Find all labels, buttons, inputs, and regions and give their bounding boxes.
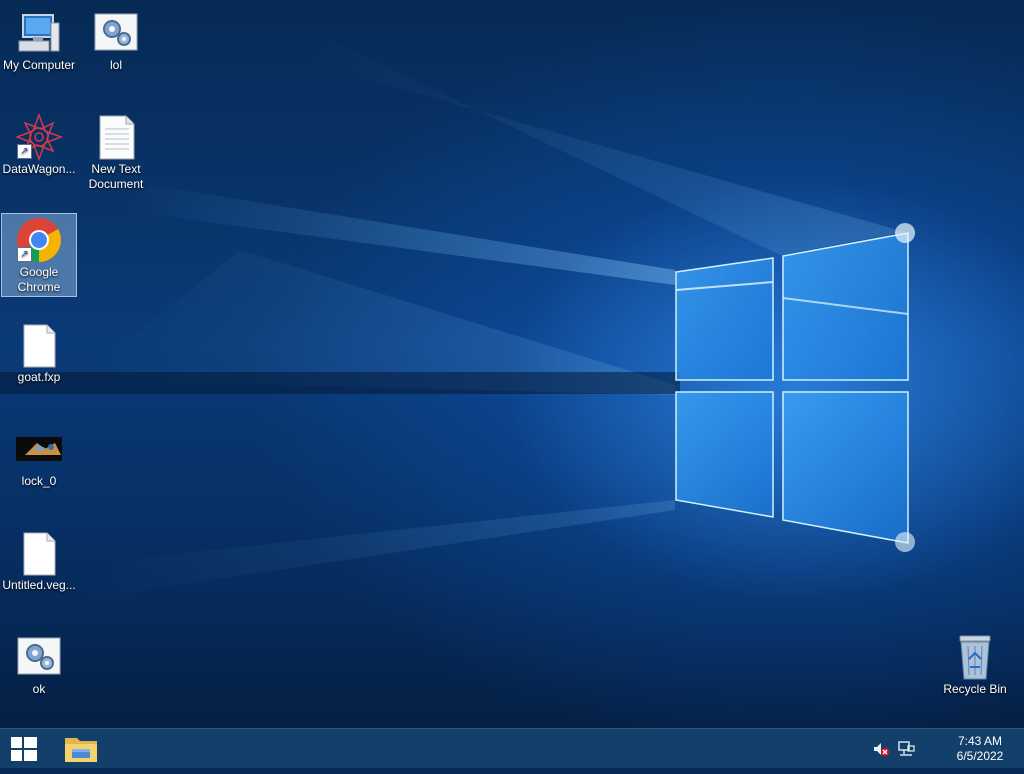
desktop-icon-goat-fxp[interactable]: goat.fxp [1, 318, 77, 386]
desktop-icon-untitled-veg[interactable]: Untitled.veg... [1, 526, 77, 594]
blank-file-icon [15, 529, 63, 577]
desktop-icon-my-computer[interactable]: My Computer [1, 6, 77, 74]
icon-label: New Text Document [88, 162, 144, 191]
desktop-icon-ok[interactable]: ok [1, 630, 77, 698]
settings-file-icon [15, 633, 63, 681]
icon-label: goat.fxp [17, 370, 61, 384]
network-icon[interactable] [897, 741, 915, 757]
icon-label: DataWagon... [2, 162, 76, 176]
settings-file-icon [92, 9, 140, 57]
shortcut-arrow-icon: ↗ [17, 144, 32, 159]
clock-date: 6/5/2022 [956, 749, 1004, 763]
chrome-icon: ↗ [15, 216, 63, 264]
taskbar: 7:43 AM 6/5/2022 [0, 728, 1024, 768]
file-explorer-icon [65, 738, 97, 762]
desktop-icon-google-chrome[interactable]: ↗ Google Chrome [1, 213, 77, 297]
recycle-bin-icon [951, 633, 999, 681]
text-document-icon [92, 113, 140, 161]
icon-label: Untitled.veg... [2, 578, 76, 592]
icon-label: lock_0 [21, 474, 57, 488]
icon-label: Google Chrome [17, 265, 61, 294]
icon-label: ok [32, 682, 46, 696]
desktop-icon-recycle-bin[interactable]: Recycle Bin [937, 630, 1013, 698]
datawagon-icon: ↗ [14, 112, 64, 162]
speaker-muted-icon[interactable] [872, 741, 890, 757]
blank-file-icon [15, 321, 63, 369]
icon-label: lol [109, 58, 122, 72]
desktop-icon-lol[interactable]: lol [78, 6, 154, 74]
taskbar-clock[interactable]: 7:43 AM 6/5/2022 [940, 734, 1020, 764]
file-explorer-taskbar-button[interactable] [58, 729, 104, 769]
desktop-icon-datawagon[interactable]: ↗ DataWagon... [1, 110, 77, 178]
desktop-icon-lock-0[interactable]: lock_0 [1, 422, 77, 490]
start-button[interactable] [0, 729, 48, 769]
icon-label: My Computer [2, 58, 76, 72]
clock-time: 7:43 AM [957, 734, 1003, 748]
shortcut-arrow-icon: ↗ [17, 247, 32, 262]
computer-icon [15, 9, 63, 57]
icon-label: Recycle Bin [943, 682, 1007, 696]
image-thumbnail-icon [15, 425, 63, 473]
windows-logo-icon [11, 737, 37, 761]
desktop-icon-new-text-document[interactable]: New Text Document [78, 110, 154, 193]
